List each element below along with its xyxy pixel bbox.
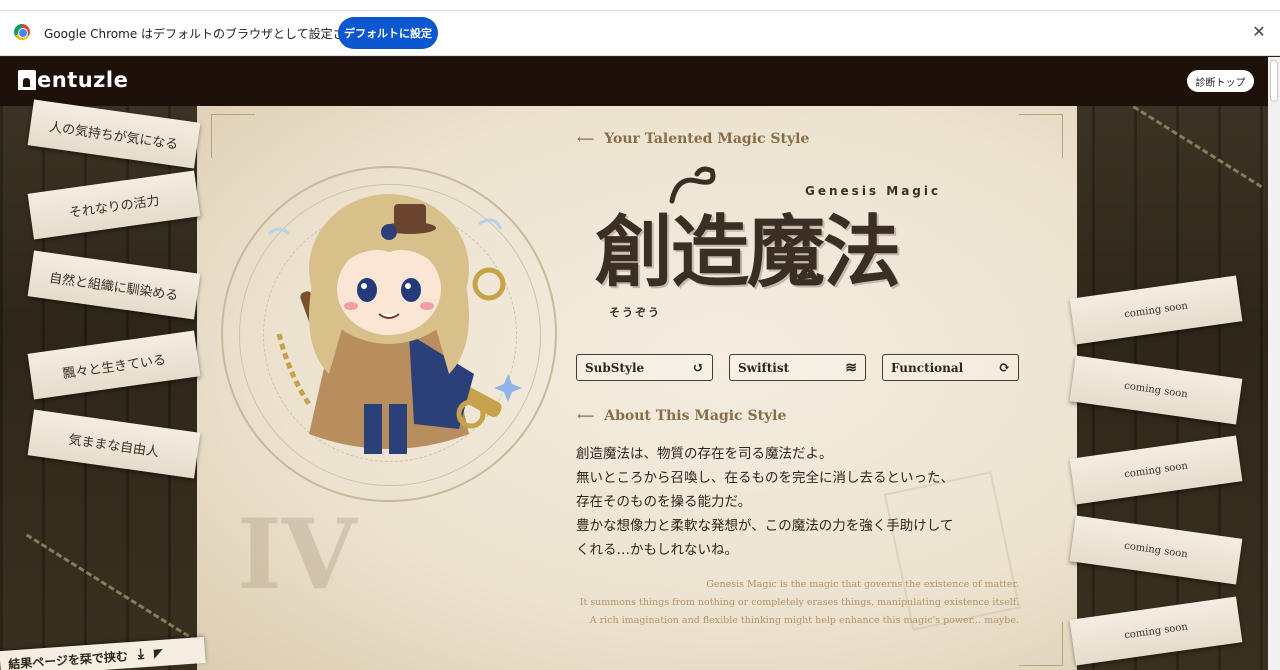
diagnosis-top-button[interactable]: 診断トップ bbox=[1187, 70, 1254, 92]
roman-numeral-watermark: IV bbox=[237, 498, 357, 611]
folded-corner-icon: ◤ bbox=[153, 645, 164, 661]
about-style-heading: ⟵ About This Magic Style bbox=[577, 408, 786, 424]
description-line: It summons things from nothing or comple… bbox=[579, 597, 1019, 608]
magic-style-title: 創造魔法 bbox=[595, 207, 901, 298]
description-line: 存在そのものを操る能力だ。 bbox=[576, 494, 752, 510]
description-line: 無いところから召喚し、在るものを完全に消し去るといった、 bbox=[576, 470, 954, 486]
tag-label: SubStyle bbox=[585, 360, 645, 375]
description-line: 豊かな想像力と柔軟な発想が、この魔法の力を強く手助けして bbox=[576, 518, 954, 534]
arrow-left-icon: ⟵ bbox=[577, 132, 595, 146]
talented-style-heading: ⟵ Your Talented Magic Style bbox=[577, 131, 809, 147]
corner-ornament bbox=[1019, 622, 1063, 666]
tag-label: Swiftist bbox=[738, 360, 790, 375]
about-style-heading-text: About This Magic Style bbox=[604, 408, 787, 424]
mentuzle-logo[interactable]: entuzle bbox=[18, 68, 128, 92]
talented-style-heading-text: Your Talented Magic Style bbox=[604, 131, 810, 147]
arrow-left-icon: ⟵ bbox=[577, 409, 595, 423]
hand-swirl-icon: ↺ bbox=[692, 359, 704, 376]
scrollbar-thumb[interactable] bbox=[1270, 60, 1278, 102]
tag-substyle: SubStyle ↺ bbox=[576, 354, 713, 381]
browser-tab-strip bbox=[0, 0, 1280, 11]
chrome-logo-icon bbox=[14, 24, 30, 40]
default-browser-infobar: Google Chrome はデフォルトのブラウザとして設定されていません デフ… bbox=[0, 11, 1280, 56]
cycle-arrows-icon: ⟳ bbox=[998, 359, 1010, 376]
logo-mark-icon bbox=[18, 70, 36, 90]
description-line: くれる…かもしれないね。 bbox=[576, 542, 738, 558]
wind-lines-icon: ≋ bbox=[845, 359, 857, 376]
chain-decoration bbox=[23, 533, 197, 647]
bookmark-result-label: 結果ページを栞で挟む bbox=[7, 648, 129, 670]
description-line: A rich imagination and flexible thinking… bbox=[589, 615, 1019, 626]
mage-character-illustration bbox=[267, 194, 522, 454]
description-japanese: 創造魔法は、物質の存在を司る魔法だよ。 無いところから召喚し、在るものを完全に消… bbox=[576, 442, 1036, 562]
magic-style-reading: そうぞう bbox=[609, 306, 661, 319]
corner-ornament bbox=[1019, 114, 1063, 158]
site-header: entuzle 診断トップ bbox=[0, 57, 1268, 106]
page-scrollbar[interactable] bbox=[1268, 57, 1280, 670]
tag-label: Functional bbox=[891, 360, 964, 375]
corner-ornament bbox=[211, 114, 255, 158]
close-icon[interactable]: ✕ bbox=[1250, 23, 1268, 41]
tag-functional: Functional ⟳ bbox=[882, 354, 1019, 381]
logo-text: entuzle bbox=[37, 68, 129, 92]
download-icon: ⤓ bbox=[137, 646, 145, 663]
description-english: Genesis Magic is the magic that governs … bbox=[580, 576, 1019, 630]
description-line: 創造魔法は、物質の存在を司る魔法だよ。 bbox=[576, 446, 833, 462]
tag-swiftist: Swiftist ≋ bbox=[729, 354, 866, 381]
description-line: Genesis Magic is the magic that governs … bbox=[706, 579, 1019, 590]
result-parchment: IV ⟵ Your Talented Magic Style Genesis M… bbox=[197, 106, 1077, 670]
set-default-button[interactable]: デフォルトに設定 bbox=[338, 17, 438, 49]
